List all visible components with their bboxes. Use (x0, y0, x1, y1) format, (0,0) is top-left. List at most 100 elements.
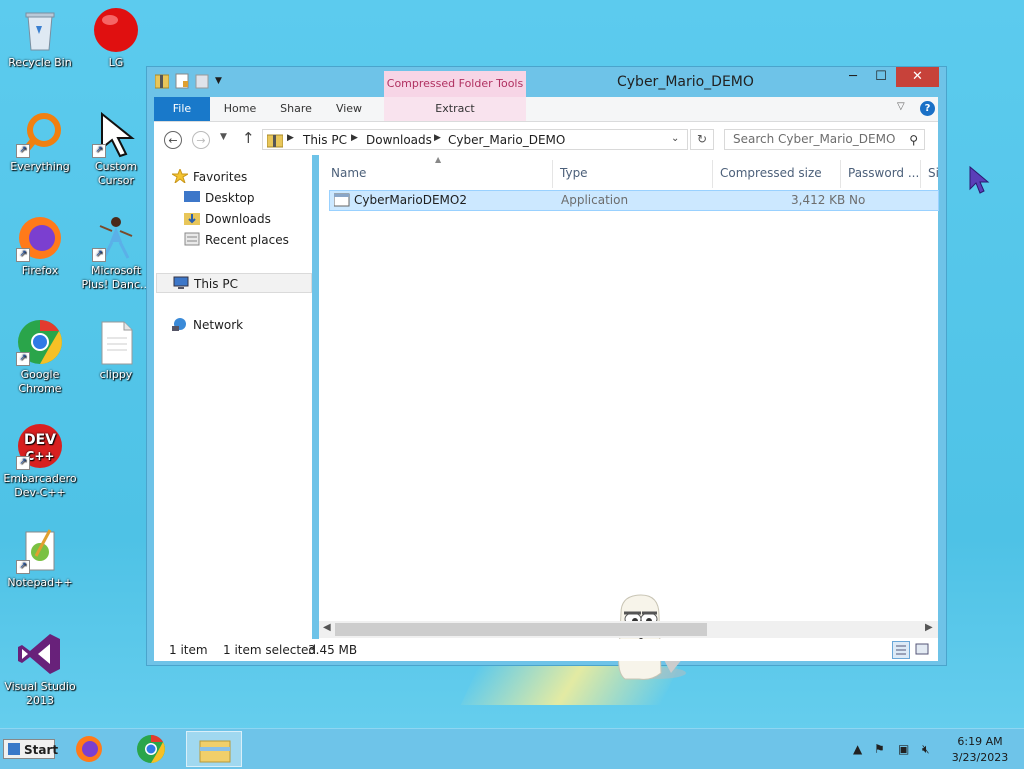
column-header-compressed-size[interactable]: Compressed size (720, 155, 822, 191)
mouse-cursor-icon (968, 165, 990, 198)
nav-downloads[interactable]: Downloads (184, 209, 271, 229)
help-icon[interactable]: ? (920, 101, 935, 116)
breadcrumb-cyber-mario-demo[interactable]: Cyber_Mario_DEMO (448, 133, 565, 147)
table-row[interactable]: CyberMarioDEMO2 Application 3,412 KB No (329, 190, 939, 211)
desktop-icon (184, 190, 200, 204)
breadcrumb-separator-icon[interactable]: ▶ (287, 133, 294, 143)
desktop-icon-recycle-bin[interactable]: Recycle Bin (0, 6, 80, 70)
refresh-button[interactable]: ↻ (690, 129, 714, 150)
desktop-icon-clippy[interactable]: clippy (76, 318, 156, 382)
shortcut-arrow-icon: ↗ (16, 456, 30, 470)
taskbar-file-explorer[interactable] (186, 731, 242, 767)
chevron-down-icon[interactable]: ▽ (897, 101, 905, 112)
taskbar-firefox[interactable] (64, 731, 116, 767)
horizontal-scrollbar[interactable]: ◀ ▶ (319, 621, 938, 638)
file-list-pane[interactable]: ▲ Name Type Compressed size Password ...… (319, 155, 939, 680)
nav-this-pc[interactable]: This PC (156, 273, 312, 293)
breadcrumb-separator-icon[interactable]: ▶ (434, 133, 441, 143)
maximize-button[interactable]: ☐ (868, 67, 894, 87)
start-button[interactable]: Start (3, 739, 59, 759)
desktop-icon-label: Embarcadero Dev-C++ (3, 472, 77, 499)
desktop-icon-notepad-plus[interactable]: ↗ Notepad++ (0, 526, 80, 590)
forward-button[interactable]: → (192, 131, 210, 149)
tab-home[interactable]: Home (214, 97, 266, 121)
chevron-down-icon[interactable]: ⌄ (671, 133, 679, 144)
desktop-icon-label: Everything (10, 160, 70, 173)
text-file-icon (92, 318, 140, 366)
clock-time: 6:19 AM (957, 735, 1003, 748)
downloads-folder-icon (184, 211, 200, 225)
shortcut-arrow-icon: ↗ (16, 144, 30, 158)
desktop-icon-visual-studio[interactable]: Visual Studio 2013 (0, 630, 80, 708)
title-bar[interactable]: ▼ Compressed Folder Tools Cyber_Mario_DE… (147, 67, 946, 97)
scroll-right-icon[interactable]: ▶ (925, 622, 933, 633)
notepad-plus-icon: ↗ (16, 526, 64, 574)
nav-favorites[interactable]: Favorites (170, 167, 247, 187)
status-size: 3.45 MB (308, 643, 358, 657)
folder-zip-icon (154, 73, 170, 89)
minimize-button[interactable]: ─ (840, 67, 866, 87)
address-box[interactable]: ▶ This PC ▶ Downloads ▶ Cyber_Mario_DEMO… (262, 129, 688, 150)
tab-extract[interactable]: Extract (384, 97, 526, 121)
desktop-icon-firefox[interactable]: ↗ Firefox (0, 214, 80, 278)
nav-network[interactable]: Network (172, 315, 243, 335)
taskbar-chrome[interactable] (126, 731, 178, 767)
desktop-icon-label: Microsoft Plus! Danc... (81, 264, 151, 291)
explorer-window[interactable]: ▼ Compressed Folder Tools Cyber_Mario_DE… (146, 66, 947, 680)
column-divider[interactable] (920, 160, 921, 188)
breadcrumb-this-pc[interactable]: This PC (303, 133, 347, 147)
navigation-pane: Favorites Desktop Downloads Recent place… (154, 155, 312, 640)
status-item-count: 1 item (169, 643, 208, 657)
tab-file[interactable]: File (154, 97, 210, 121)
network-status-icon[interactable]: ▣ (898, 742, 909, 756)
desktop-icon-everything[interactable]: ↗ Everything (0, 110, 80, 174)
scroll-left-icon[interactable]: ◀ (323, 622, 331, 633)
recycle-bin-icon (16, 6, 64, 54)
show-hidden-icons-chevron-icon[interactable]: ▲ (853, 742, 862, 756)
column-header-size[interactable]: Si (928, 155, 938, 191)
nav-recent-places[interactable]: Recent places (184, 230, 289, 250)
search-input[interactable]: Search Cyber_Mario_DEMO ⚲ (724, 129, 925, 150)
details-view-button[interactable] (892, 641, 910, 659)
new-folder-icon[interactable] (195, 73, 209, 89)
column-header-name[interactable]: Name (331, 155, 366, 191)
windows-logo-icon (8, 743, 20, 755)
desktop-icon-label: Notepad++ (7, 576, 73, 589)
breadcrumb-downloads[interactable]: Downloads (366, 133, 432, 147)
quick-access-toolbar: ▼ (154, 73, 229, 89)
column-header-type[interactable]: Type (560, 155, 588, 191)
desktop-icon-dancer[interactable]: ↗ Microsoft Plus! Danc... (76, 214, 156, 292)
shortcut-arrow-icon: ↗ (16, 560, 30, 574)
desktop-icon-label: Google Chrome (18, 368, 62, 395)
action-center-flag-icon[interactable]: ⚑ (874, 742, 885, 756)
tab-share[interactable]: Share (272, 97, 320, 121)
desktop-icon-custom-cursor[interactable]: ↗ Custom Cursor (76, 110, 156, 188)
column-header-password[interactable]: Password ... (848, 155, 919, 191)
file-type: Application (561, 193, 629, 207)
close-button[interactable]: ✕ (896, 67, 939, 87)
breadcrumb-separator-icon[interactable]: ▶ (351, 133, 358, 143)
taskbar-clock[interactable]: 6:19 AM 3/23/2023 (945, 734, 1015, 766)
column-divider[interactable] (840, 160, 841, 188)
shortcut-arrow-icon: ↗ (92, 144, 106, 158)
desktop-icon-chrome[interactable]: ↗ Google Chrome (0, 318, 80, 396)
chevron-down-icon[interactable]: ▼ (215, 73, 229, 89)
start-label: Start (24, 743, 59, 757)
scrollbar-thumb[interactable] (335, 623, 707, 636)
ribbon-tabs: File Home Share View Extract ▽ ? (154, 97, 938, 122)
properties-icon[interactable] (175, 73, 189, 89)
desktop-icon-lg[interactable]: LG (76, 6, 156, 70)
volume-muted-icon[interactable]: 🔇︎ (922, 742, 930, 757)
back-button[interactable]: ← (164, 131, 182, 149)
large-icons-view-button[interactable] (914, 641, 932, 659)
column-divider[interactable] (552, 160, 553, 188)
nav-label: Network (193, 318, 244, 332)
column-divider[interactable] (712, 160, 713, 188)
close-icon: ✕ (912, 69, 923, 84)
nav-desktop[interactable]: Desktop (184, 188, 255, 208)
tab-view[interactable]: View (326, 97, 372, 121)
up-button[interactable]: ↑ (242, 129, 255, 147)
recent-locations-chevron-icon[interactable]: ▼ (220, 132, 227, 142)
desktop-icon-dev-cpp[interactable]: DEV C++ ↗ Embarcadero Dev-C++ (0, 422, 80, 500)
shortcut-arrow-icon: ↗ (16, 352, 30, 366)
